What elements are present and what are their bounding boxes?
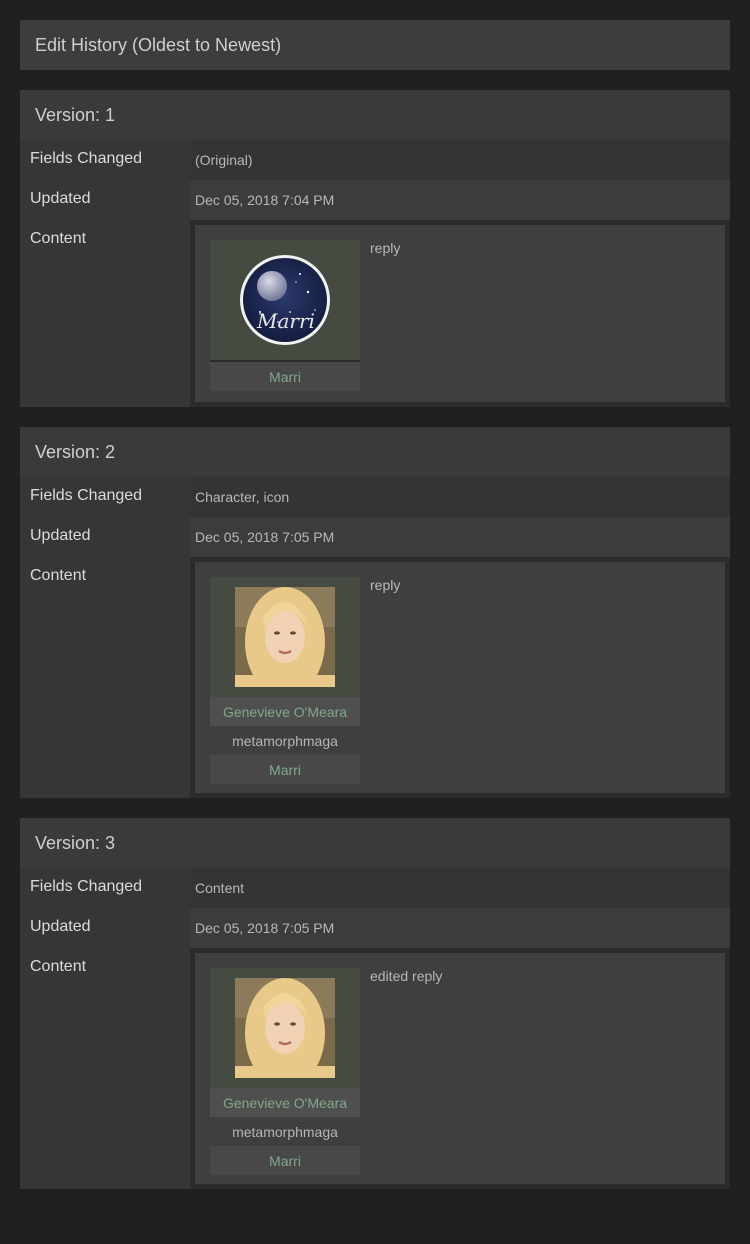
fields-changed-label: Fields Changed	[20, 140, 190, 180]
updated-row: Updated Dec 05, 2018 7:05 PM	[20, 908, 730, 948]
post-text: reply	[370, 240, 401, 256]
page-title: Edit History (Oldest to Newest)	[20, 20, 730, 70]
updated-row: Updated Dec 05, 2018 7:04 PM	[20, 180, 730, 220]
blonde-portrait-icon[interactable]	[235, 978, 335, 1078]
post-content: Genevieve O'Meara metamorphmaga Marri re…	[195, 562, 725, 793]
content-label: Content	[20, 557, 190, 798]
screenname-label: metamorphmaga	[210, 726, 360, 755]
post-text: reply	[370, 577, 401, 593]
content-row: Content	[20, 948, 730, 1189]
svg-text:Marri: Marri	[256, 309, 315, 333]
fields-changed-value: Content	[190, 868, 730, 908]
moon-avatar-icon[interactable]: Marri	[230, 252, 340, 348]
blonde-portrait-icon[interactable]	[235, 587, 335, 687]
content-label: Content	[20, 220, 190, 407]
fields-changed-row: Fields Changed (Original)	[20, 140, 730, 180]
content-value: Genevieve O'Meara metamorphmaga Marri re…	[190, 557, 730, 798]
version-title: Version: 2	[20, 427, 730, 477]
content-value: Marri Marri reply	[190, 220, 730, 407]
character-panel: Genevieve O'Meara metamorphmaga Marri	[210, 577, 360, 784]
post-content: Genevieve O'Meara metamorphmaga Marri ed…	[195, 953, 725, 1184]
updated-label: Updated	[20, 517, 190, 557]
updated-value: Dec 05, 2018 7:04 PM	[190, 180, 730, 220]
fields-changed-row: Fields Changed Content	[20, 868, 730, 908]
content-value: Genevieve O'Meara metamorphmaga Marri ed…	[190, 948, 730, 1189]
fields-changed-value: (Original)	[190, 140, 730, 180]
version-title: Version: 3	[20, 818, 730, 868]
content-row: Content	[20, 557, 730, 798]
icon-container	[210, 577, 360, 697]
username-link[interactable]: Marri	[210, 755, 360, 784]
character-panel: Genevieve O'Meara metamorphmaga Marri	[210, 968, 360, 1175]
version-block: Version: 2 Fields Changed Character, ico…	[20, 427, 730, 798]
fields-changed-label: Fields Changed	[20, 477, 190, 517]
version-block: Version: 3 Fields Changed Content Update…	[20, 818, 730, 1189]
updated-value: Dec 05, 2018 7:05 PM	[190, 517, 730, 557]
content-row: Content	[20, 220, 730, 407]
icon-container: Marri	[210, 240, 360, 362]
post-text: edited reply	[370, 968, 443, 984]
username-link[interactable]: Marri	[210, 1146, 360, 1175]
updated-value: Dec 05, 2018 7:05 PM	[190, 908, 730, 948]
content-label: Content	[20, 948, 190, 1189]
version-block: Version: 1 Fields Changed (Original) Upd…	[20, 90, 730, 407]
updated-row: Updated Dec 05, 2018 7:05 PM	[20, 517, 730, 557]
character-name-link[interactable]: Genevieve O'Meara	[210, 1088, 360, 1117]
post-content: Marri Marri reply	[195, 225, 725, 402]
character-panel: Marri Marri	[210, 240, 360, 392]
updated-label: Updated	[20, 180, 190, 220]
fields-changed-label: Fields Changed	[20, 868, 190, 908]
character-name-link[interactable]: Genevieve O'Meara	[210, 697, 360, 726]
updated-label: Updated	[20, 908, 190, 948]
fields-changed-row: Fields Changed Character, icon	[20, 477, 730, 517]
fields-changed-value: Character, icon	[190, 477, 730, 517]
version-title: Version: 1	[20, 90, 730, 140]
icon-container	[210, 968, 360, 1088]
edit-history-page: Edit History (Oldest to Newest) Version:…	[0, 0, 750, 1244]
username-link[interactable]: Marri	[210, 362, 360, 391]
screenname-label: metamorphmaga	[210, 1117, 360, 1146]
